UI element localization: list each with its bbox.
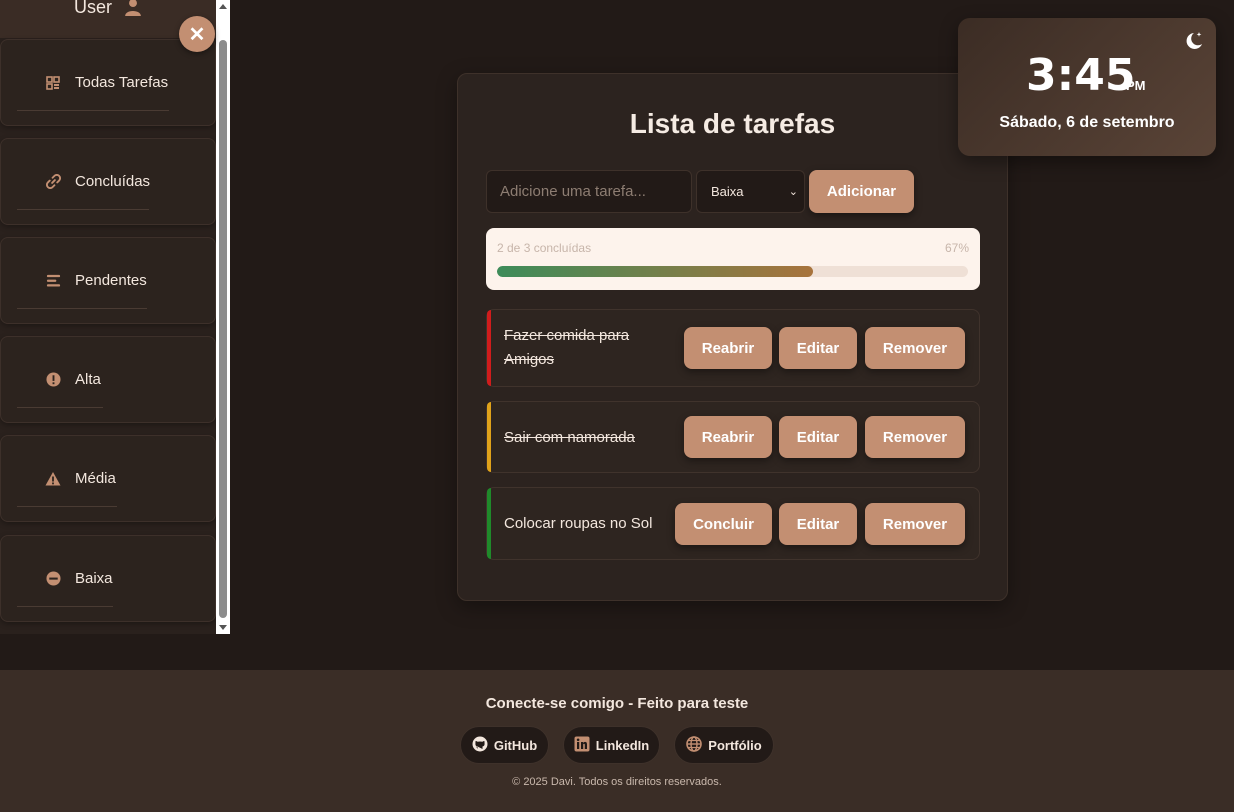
complete-button[interactable]: Concluir: [675, 503, 772, 545]
divider: [17, 308, 147, 309]
globe-icon: [686, 735, 703, 755]
sidebar-scrollbar[interactable]: [216, 0, 230, 634]
footer-title: Conecte-se comigo - Feito para teste: [485, 695, 749, 712]
priority-bar: [487, 402, 491, 472]
sidebar-item-baixa[interactable]: Baixa: [0, 535, 216, 622]
progress-panel: 2 de 3 concluídas 67%: [486, 228, 980, 290]
task-input[interactable]: [486, 170, 692, 213]
progress-text: 2 de 3 concluídas: [497, 241, 592, 255]
minus-circle-icon: [45, 571, 61, 587]
close-icon: ✕: [188, 23, 206, 46]
copyright-text: © 2025 Davi. Todos os direitos reservado…: [512, 776, 722, 788]
user-icon: [124, 0, 142, 16]
github-label: GitHub: [493, 737, 538, 753]
sidebar-item-alta[interactable]: Alta: [0, 336, 216, 423]
priority-selected-value: Baixa: [711, 184, 744, 199]
task-item: Fazer comida para Amigos Reabrir Editar …: [486, 309, 980, 387]
linkedin-icon: [574, 736, 590, 755]
clock-date: Sábado, 6 de setembro: [999, 114, 1175, 131]
github-icon: [472, 736, 488, 755]
edit-button[interactable]: Editar: [779, 503, 857, 545]
clock-ampm: PM: [1126, 78, 1146, 93]
task-item: Sair com namorada Reabrir Editar Remover: [486, 401, 980, 473]
edit-button[interactable]: Editar: [779, 327, 857, 369]
divider: [17, 606, 113, 607]
task-text: Sair com namorada: [504, 429, 635, 446]
footer: Conecte-se comigo - Feito para teste Git…: [0, 670, 1234, 812]
reopen-button[interactable]: Reabrir: [684, 416, 772, 458]
sidebar-item-label: Alta: [75, 371, 101, 388]
scroll-down-arrow-icon[interactable]: [219, 625, 227, 630]
grid-icon: [45, 75, 61, 91]
add-task-button[interactable]: Adicionar: [809, 170, 914, 213]
bars-icon: [45, 273, 61, 289]
link-icon: [45, 174, 61, 190]
clock-widget: 3:45 PM Sábado, 6 de setembro: [958, 18, 1216, 156]
portfolio-label: Portfólio: [708, 737, 762, 753]
github-link[interactable]: GitHub: [460, 726, 549, 764]
reopen-button[interactable]: Reabrir: [684, 327, 772, 369]
divider: [17, 407, 103, 408]
page-title: Lista de tarefas: [629, 108, 836, 139]
warning-triangle-icon: [45, 471, 61, 487]
edit-button[interactable]: Editar: [779, 416, 857, 458]
sidebar-item-label: Média: [75, 470, 116, 487]
portfolio-link[interactable]: Portfólio: [674, 726, 774, 764]
user-label: User: [73, 0, 112, 17]
scrollbar-thumb[interactable]: [219, 40, 227, 618]
divider: [17, 506, 117, 507]
chevron-down-icon: ⌄: [788, 186, 798, 198]
sidebar-item-label: Concluídas: [75, 173, 151, 190]
linkedin-label: LinkedIn: [595, 737, 650, 753]
task-item: Colocar roupas no Sol Concluir Editar Re…: [486, 487, 980, 560]
sidebar-item-media[interactable]: Média: [0, 435, 216, 522]
progress-fill: [497, 266, 813, 277]
moon-stars-icon[interactable]: [1182, 30, 1204, 52]
task-text: Fazer comida para Amigos: [504, 327, 630, 368]
priority-bar: [487, 310, 491, 386]
priority-select[interactable]: Baixa ⌄: [696, 170, 805, 213]
progress-percent: 67%: [944, 241, 969, 255]
sidebar-item-label: Todas Tarefas: [75, 74, 169, 91]
scroll-up-arrow-icon[interactable]: [219, 4, 227, 9]
sidebar: User Todas Tarefas Concluídas Pendentes …: [0, 0, 230, 634]
close-sidebar-button[interactable]: ✕: [179, 16, 215, 52]
divider: [17, 209, 149, 210]
remove-button[interactable]: Remover: [865, 416, 965, 458]
exclamation-circle-icon: [45, 372, 61, 388]
progress-track: [497, 266, 968, 277]
linkedin-link[interactable]: LinkedIn: [563, 726, 660, 764]
sidebar-item-label: Baixa: [75, 570, 113, 587]
divider: [17, 110, 169, 111]
sidebar-item-label: Pendentes: [75, 272, 147, 289]
sidebar-item-pendentes[interactable]: Pendentes: [0, 237, 216, 324]
priority-bar: [487, 488, 491, 559]
remove-button[interactable]: Remover: [865, 327, 965, 369]
sidebar-item-concluidas[interactable]: Concluídas: [0, 138, 216, 225]
clock-time: 3:45: [1026, 50, 1136, 101]
remove-button[interactable]: Remover: [865, 503, 965, 545]
sidebar-item-todas-tarefas[interactable]: Todas Tarefas: [0, 39, 216, 126]
task-card: Lista de tarefas Baixa ⌄ Adicionar 2 de …: [457, 73, 1008, 601]
task-text: Colocar roupas no Sol: [504, 515, 653, 532]
